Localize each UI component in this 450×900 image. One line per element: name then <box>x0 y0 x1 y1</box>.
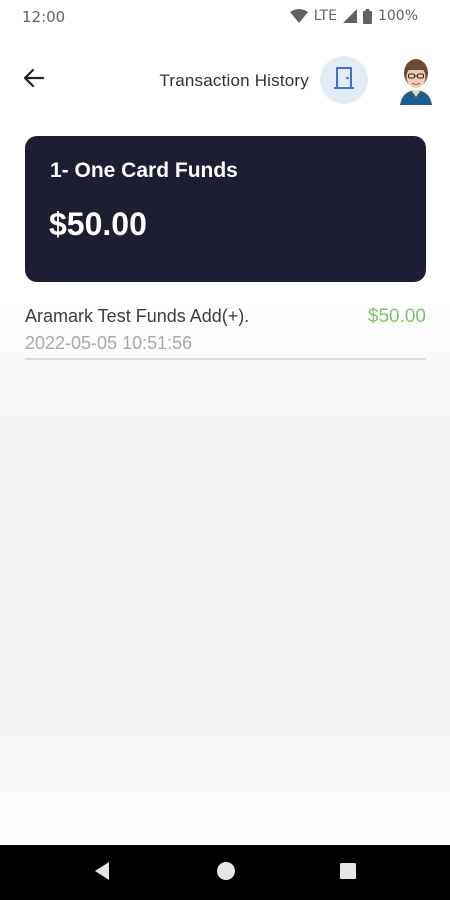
status-bar: 12:00 LTE 100% <box>0 0 450 34</box>
circle-home-icon <box>215 860 237 887</box>
card-title: 1- One Card Funds <box>50 159 238 182</box>
avatar[interactable] <box>396 55 436 105</box>
page-title: Transaction History <box>159 71 309 90</box>
transaction-date: 2022-05-05 10:51:56 <box>25 333 193 353</box>
app-header: Transaction History <box>0 52 450 108</box>
back-button[interactable] <box>18 64 50 96</box>
door-icon <box>333 66 355 95</box>
status-indicators: LTE 100% <box>289 8 418 24</box>
transaction-amount: $50.00 <box>367 306 426 327</box>
signal-icon <box>342 9 357 23</box>
network-label: LTE <box>313 8 337 24</box>
funds-card: 1- One Card Funds $50.00 <box>25 136 426 282</box>
wifi-icon <box>289 9 308 23</box>
battery-level: 100% <box>377 8 418 24</box>
transaction-description: Aramark Test Funds Add(+). <box>25 306 250 326</box>
arrow-left-icon <box>23 67 45 94</box>
square-recents-icon <box>339 862 357 885</box>
battery-icon <box>362 8 372 24</box>
exit-button[interactable] <box>320 56 368 104</box>
nav-home-button[interactable] <box>211 858 241 888</box>
nav-recents-button[interactable] <box>333 858 363 888</box>
status-time: 12:00 <box>22 8 66 26</box>
nav-back-button[interactable] <box>87 858 117 888</box>
card-balance: $50.00 <box>49 206 147 242</box>
transaction-row[interactable]: Aramark Test Funds Add(+). 2022-05-05 10… <box>25 302 426 360</box>
triangle-back-icon <box>93 861 111 886</box>
navigation-bar <box>0 845 450 900</box>
